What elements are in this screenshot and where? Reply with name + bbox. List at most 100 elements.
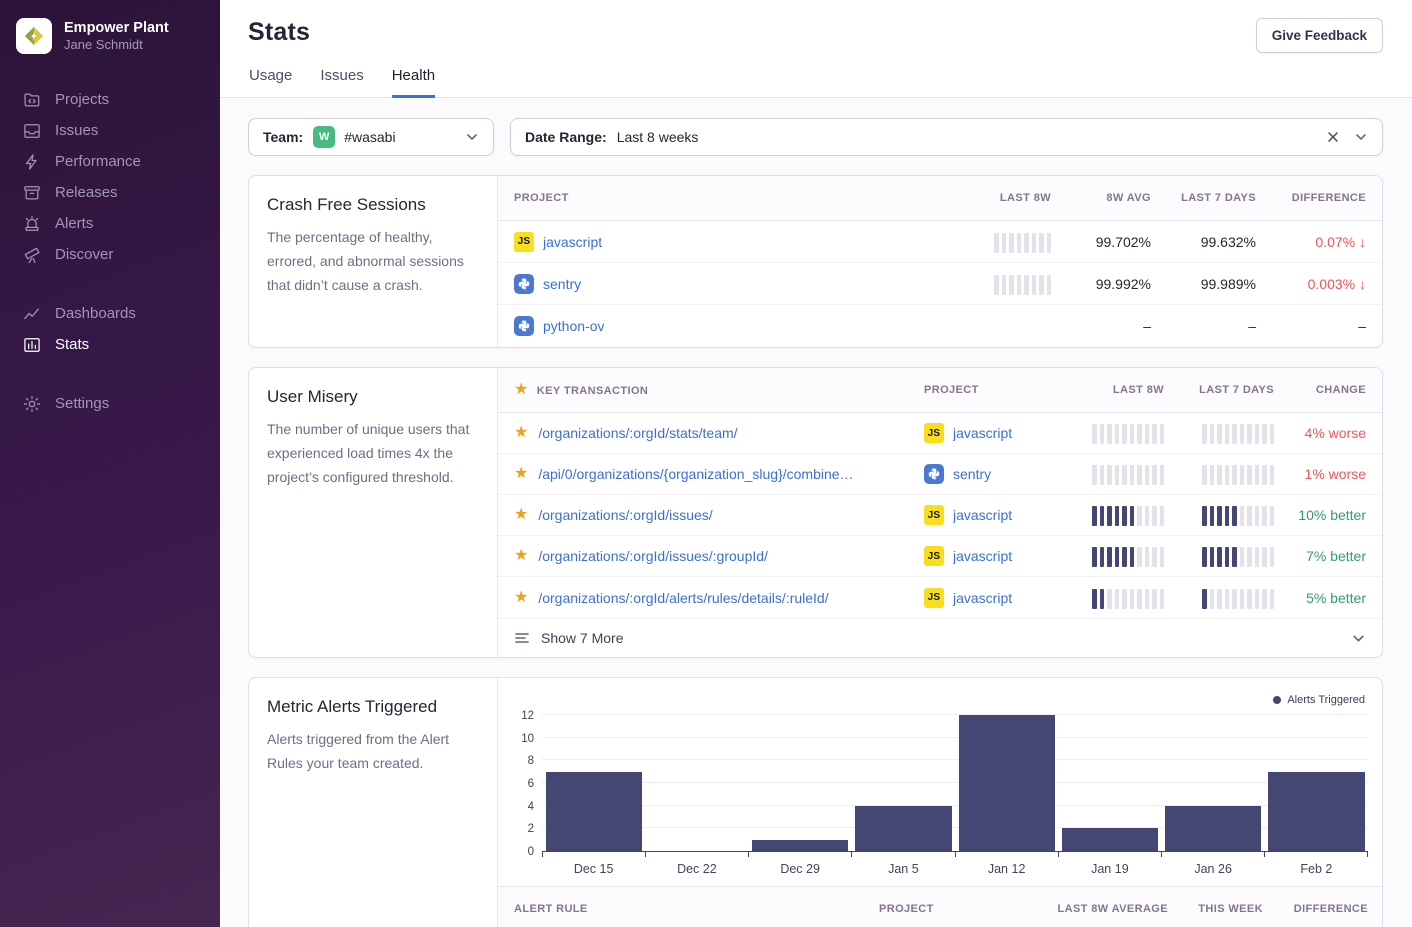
sidebar-item-alerts[interactable]: Alerts [0, 208, 220, 239]
sidebar-item-projects[interactable]: Projects [0, 84, 220, 115]
date-range-select[interactable]: Date Range: Last 8 weeks [510, 118, 1383, 156]
key-transaction-star-icon[interactable]: ★ [514, 425, 528, 441]
chevron-down-icon [1354, 130, 1368, 144]
transaction-link[interactable]: /api/0/organizations/{organization_slug}… [538, 466, 853, 482]
sparkline [1202, 422, 1274, 444]
team-select[interactable]: Team: W #wasabi [248, 118, 494, 156]
sidebar-item-issues[interactable]: Issues [0, 115, 220, 146]
sparkline [1202, 587, 1274, 609]
sparkline [1092, 587, 1164, 609]
last7-value: – [1248, 318, 1256, 334]
sparkline [1202, 545, 1274, 567]
sidebar-item-label: Discover [55, 246, 113, 263]
star-icon: ★ [514, 381, 529, 398]
sparkline [1092, 545, 1164, 567]
transaction-link[interactable]: /organizations/:orgId/issues/:groupId/ [538, 548, 768, 564]
chart-bar[interactable] [546, 772, 642, 851]
content: Team: W #wasabi Date Range: Last 8 weeks [220, 98, 1412, 927]
discover-icon [22, 245, 42, 265]
chevron-down-icon [465, 130, 479, 144]
sidebar-item-label: Stats [55, 336, 89, 353]
clear-date-range-icon[interactable] [1326, 130, 1340, 144]
show-more-button[interactable]: Show 7 More [498, 618, 1382, 657]
sidebar-item-performance[interactable]: Performance [0, 146, 220, 177]
give-feedback-button[interactable]: Give Feedback [1256, 18, 1383, 53]
key-transaction-star-icon[interactable]: ★ [514, 590, 528, 606]
sidebar-item-settings[interactable]: Settings [0, 388, 220, 419]
org-avatar [16, 18, 52, 54]
x-tick-label: Feb 2 [1265, 862, 1368, 876]
chart-bar[interactable] [752, 840, 848, 851]
sparkline [994, 231, 1051, 253]
project-link[interactable]: sentry [543, 276, 581, 292]
user-misery-panel: User Misery The number of unique users t… [248, 367, 1383, 658]
sidebar-item-releases[interactable]: Releases [0, 177, 220, 208]
page-title: Stats [248, 18, 310, 47]
column-header: LAST 8W [1113, 384, 1164, 396]
misery-table-body: ★/organizations/:orgId/stats/team/JSjava… [498, 413, 1382, 618]
project-link[interactable]: javascript [953, 590, 1012, 606]
chart-bar[interactable] [959, 715, 1055, 851]
project-link[interactable]: javascript [953, 548, 1012, 564]
chart-bar[interactable] [1165, 806, 1261, 851]
table-row: ★ /organizations/:orgId/alerts/rules/deta… [498, 577, 1382, 618]
python-platform-icon [514, 316, 534, 336]
table-row: ★/organizations/:orgId/stats/team/JSjava… [498, 413, 1382, 454]
chart-bar[interactable] [1268, 772, 1364, 851]
x-tick-label: Jan 19 [1058, 862, 1161, 876]
crash-free-sessions-panel: Crash Free Sessions The percentage of he… [248, 175, 1383, 348]
sidebar-item-label: Issues [55, 122, 98, 139]
sidebar-item-dashboards[interactable]: Dashboards [0, 298, 220, 329]
sparkline [1092, 422, 1164, 444]
dashboards-icon [22, 304, 42, 324]
sidebar-nav: Projects Issues PerformanceReleasesAlerts D… [0, 84, 220, 419]
key-transaction-star-icon[interactable]: ★ [514, 548, 528, 564]
transaction-link[interactable]: /organizations/:orgId/alerts/rules/detai… [538, 590, 828, 606]
sidebar-item-discover[interactable]: Discover [0, 239, 220, 270]
sparkline [1092, 463, 1164, 485]
alerts-bar-chart: Alerts Triggered 024681012 Dec 15Dec 22D… [498, 678, 1382, 886]
x-tick-label: Dec 22 [645, 862, 748, 876]
user-name: Jane Schmidt [64, 37, 169, 53]
chart-bar[interactable] [1062, 828, 1158, 851]
project-link[interactable]: javascript [543, 234, 602, 250]
issues-icon [22, 121, 42, 141]
difference-value: 0.07% ↓ [1315, 234, 1366, 250]
avg-value: 99.702% [1096, 234, 1151, 250]
tab-issues[interactable]: Issues [320, 67, 363, 98]
sidebar-item-label: Dashboards [55, 305, 136, 322]
sidebar-item-stats[interactable]: Stats [0, 329, 220, 360]
panel-title: User Misery [267, 387, 479, 407]
y-tick-label: 12 [521, 710, 534, 722]
change-value: 5% better [1306, 590, 1366, 606]
team-value: #wasabi [344, 129, 395, 145]
projects-icon [22, 90, 42, 110]
key-transaction-star-icon[interactable]: ★ [514, 507, 528, 523]
key-transaction-star-icon[interactable]: ★ [514, 466, 528, 482]
main-area: Stats Give Feedback Usage Issues Health Te… [220, 0, 1412, 927]
alerts-icon [22, 214, 42, 234]
sidebar: Empower Plant Jane Schmidt Projects Issue… [0, 0, 220, 927]
y-tick-label: 0 [528, 846, 534, 858]
tab-health[interactable]: Health [392, 67, 435, 98]
transaction-link[interactable]: /organizations/:orgId/issues/ [538, 507, 712, 523]
column-header: DIFFERENCE [1294, 903, 1368, 915]
chart-bar[interactable] [855, 806, 951, 851]
org-switcher[interactable]: Empower Plant Jane Schmidt [0, 16, 220, 68]
column-header: PROJECT [879, 903, 934, 915]
column-header: LAST 8W [1000, 192, 1051, 204]
panel-description: Alerts triggered from the Alert Rules yo… [267, 727, 479, 775]
y-tick-label: 4 [528, 801, 534, 813]
transaction-link[interactable]: /organizations/:orgId/stats/team/ [538, 425, 737, 441]
tab-usage[interactable]: Usage [249, 67, 292, 98]
sparkline [994, 273, 1051, 295]
project-link[interactable]: sentry [953, 466, 991, 482]
tab-bar: Usage Issues Health [220, 53, 1412, 98]
chart-plot-area [542, 716, 1368, 852]
settings-icon [22, 394, 42, 414]
project-link[interactable]: javascript [953, 425, 1012, 441]
chevron-down-icon [1351, 631, 1366, 646]
project-link[interactable]: python-ov [543, 318, 604, 334]
column-header: LAST 7 DAYS [1199, 384, 1274, 396]
project-link[interactable]: javascript [953, 507, 1012, 523]
